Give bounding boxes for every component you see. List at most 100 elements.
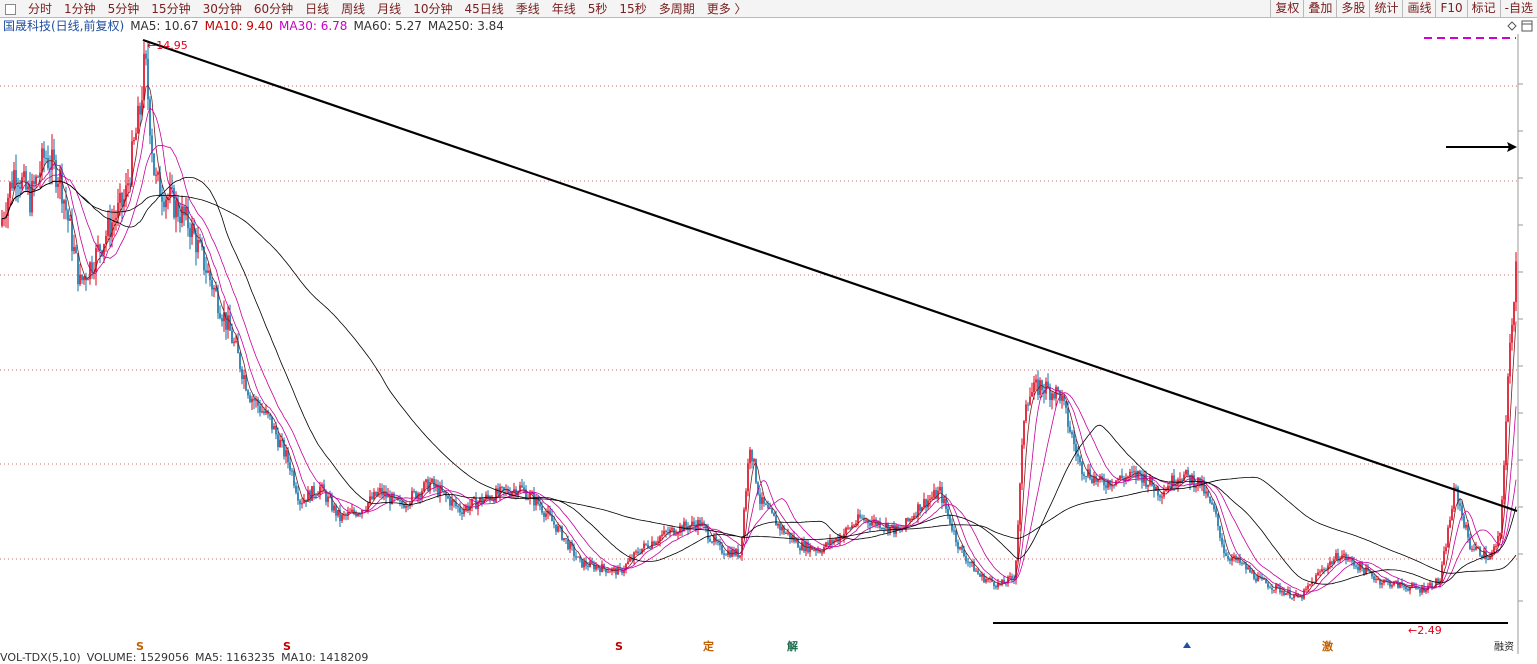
candle-body [1053,393,1055,399]
f10-button[interactable]: F10 [1435,0,1466,18]
candle-body [497,488,499,495]
tab-fenshi[interactable]: 分时 [22,0,58,18]
diamond-icon[interactable] [1507,21,1517,31]
tab-5sec[interactable]: 5秒 [582,0,614,18]
candle-body [657,541,659,543]
candle-body [1179,479,1181,481]
candle-body [423,482,425,492]
candle-body [335,505,337,516]
candle-body [1285,593,1287,596]
candle-body [1185,469,1187,475]
tab-30min[interactable]: 30分钟 [197,0,248,18]
kline-chart[interactable]: ←14.95 ←2.49 S S S 定解激融资 [0,34,1537,654]
candle-body [171,187,173,189]
candle-body [929,498,931,501]
tab-5min[interactable]: 5分钟 [102,0,146,18]
candle-body [555,524,557,532]
candle-body [933,490,935,498]
candle-body [1479,547,1481,556]
candle-body [1335,553,1337,560]
candle-body [1119,475,1121,480]
adjust-button[interactable]: 复权 [1270,0,1303,18]
candle-body [1375,579,1377,581]
candle-body [63,200,65,204]
window-icon[interactable] [1521,20,1533,32]
ma250-value: MA250: 3.84 [427,19,504,33]
tab-45day[interactable]: 45日线 [458,0,509,18]
candle-body [299,500,301,505]
tab-daily[interactable]: 日线 [299,0,335,18]
draw-line-button[interactable]: 画线 [1402,0,1435,18]
tab-multi-period[interactable]: 多周期 [653,0,701,18]
toolbar-toggle-icon[interactable] [5,3,16,15]
candle-body [55,159,57,187]
candle-body [149,99,151,136]
tab-60min[interactable]: 60分钟 [248,0,299,18]
candle-body [1011,576,1013,579]
candle-body [431,478,433,483]
candle-body [1037,379,1039,395]
candle-body [829,539,831,546]
candle-body [1359,562,1361,571]
tab-10min[interactable]: 10分钟 [407,0,458,18]
candle-body [1033,382,1035,393]
candle-body [747,463,749,492]
candle-body [743,509,745,538]
candle-body [261,411,263,413]
candle-body [205,270,207,273]
candle-body [575,556,577,558]
stock-title[interactable]: 国晟科技(日线,前复权) [3,19,124,33]
overlay-button[interactable]: 叠加 [1303,0,1336,18]
downtrend-line [142,38,1518,513]
watchlist-button[interactable]: -自选 [1499,0,1537,18]
kline-svg[interactable]: ←14.95←2.49S S S 定解激融资 [0,34,1537,654]
event-marker: 激 [1322,639,1333,653]
candle-body [1271,587,1273,590]
candle-body [379,488,381,492]
candle-body [183,206,185,216]
multi-stock-button[interactable]: 多股 [1336,0,1369,18]
candle-body [661,534,663,537]
candle-body [291,470,293,472]
candle-body [147,58,149,100]
tab-15min[interactable]: 15分钟 [145,0,196,18]
candle-body [939,486,941,491]
tab-1min[interactable]: 1分钟 [58,0,102,18]
candle-body [1515,261,1517,303]
candle-body [73,247,75,251]
candle-body [277,434,279,448]
tab-quarterly[interactable]: 季线 [510,0,546,18]
candle-body [649,547,651,549]
candle-body [457,506,459,508]
candle-body [373,491,375,500]
candle-body [107,218,109,236]
candle-body [1081,462,1083,475]
tab-monthly[interactable]: 月线 [371,0,407,18]
candle-body [1373,576,1375,580]
candle-body [181,206,183,223]
candle-body [1363,568,1365,575]
candle-body [1079,456,1081,463]
tab-15sec[interactable]: 15秒 [613,0,652,18]
candle-body [1225,553,1227,556]
candle-body [881,528,883,530]
candle-body [1215,509,1217,515]
candle-body [1051,393,1053,400]
candle-body [1443,551,1445,565]
mark-button[interactable]: 标记 [1466,0,1500,18]
candle-body [351,509,353,512]
candle-body [219,313,221,319]
volume-indicator-label[interactable]: VOL-TDX(5,10) [0,652,81,664]
period-tabs: 分时 1分钟 5分钟 15分钟 30分钟 60分钟 日线 周线 月线 10分钟 … [0,0,753,18]
candle-body [77,253,79,285]
candle-body [777,523,779,526]
candle-body [1003,579,1005,584]
tab-weekly[interactable]: 周线 [335,0,371,18]
tab-more[interactable]: 更多 〉 [701,0,753,18]
margin-marker: 融资 [1494,641,1514,653]
candle-body [583,561,585,568]
candle-body [327,496,329,502]
statistics-button[interactable]: 统计 [1369,0,1402,18]
tab-yearly[interactable]: 年线 [546,0,582,18]
candle-body [1147,484,1149,487]
